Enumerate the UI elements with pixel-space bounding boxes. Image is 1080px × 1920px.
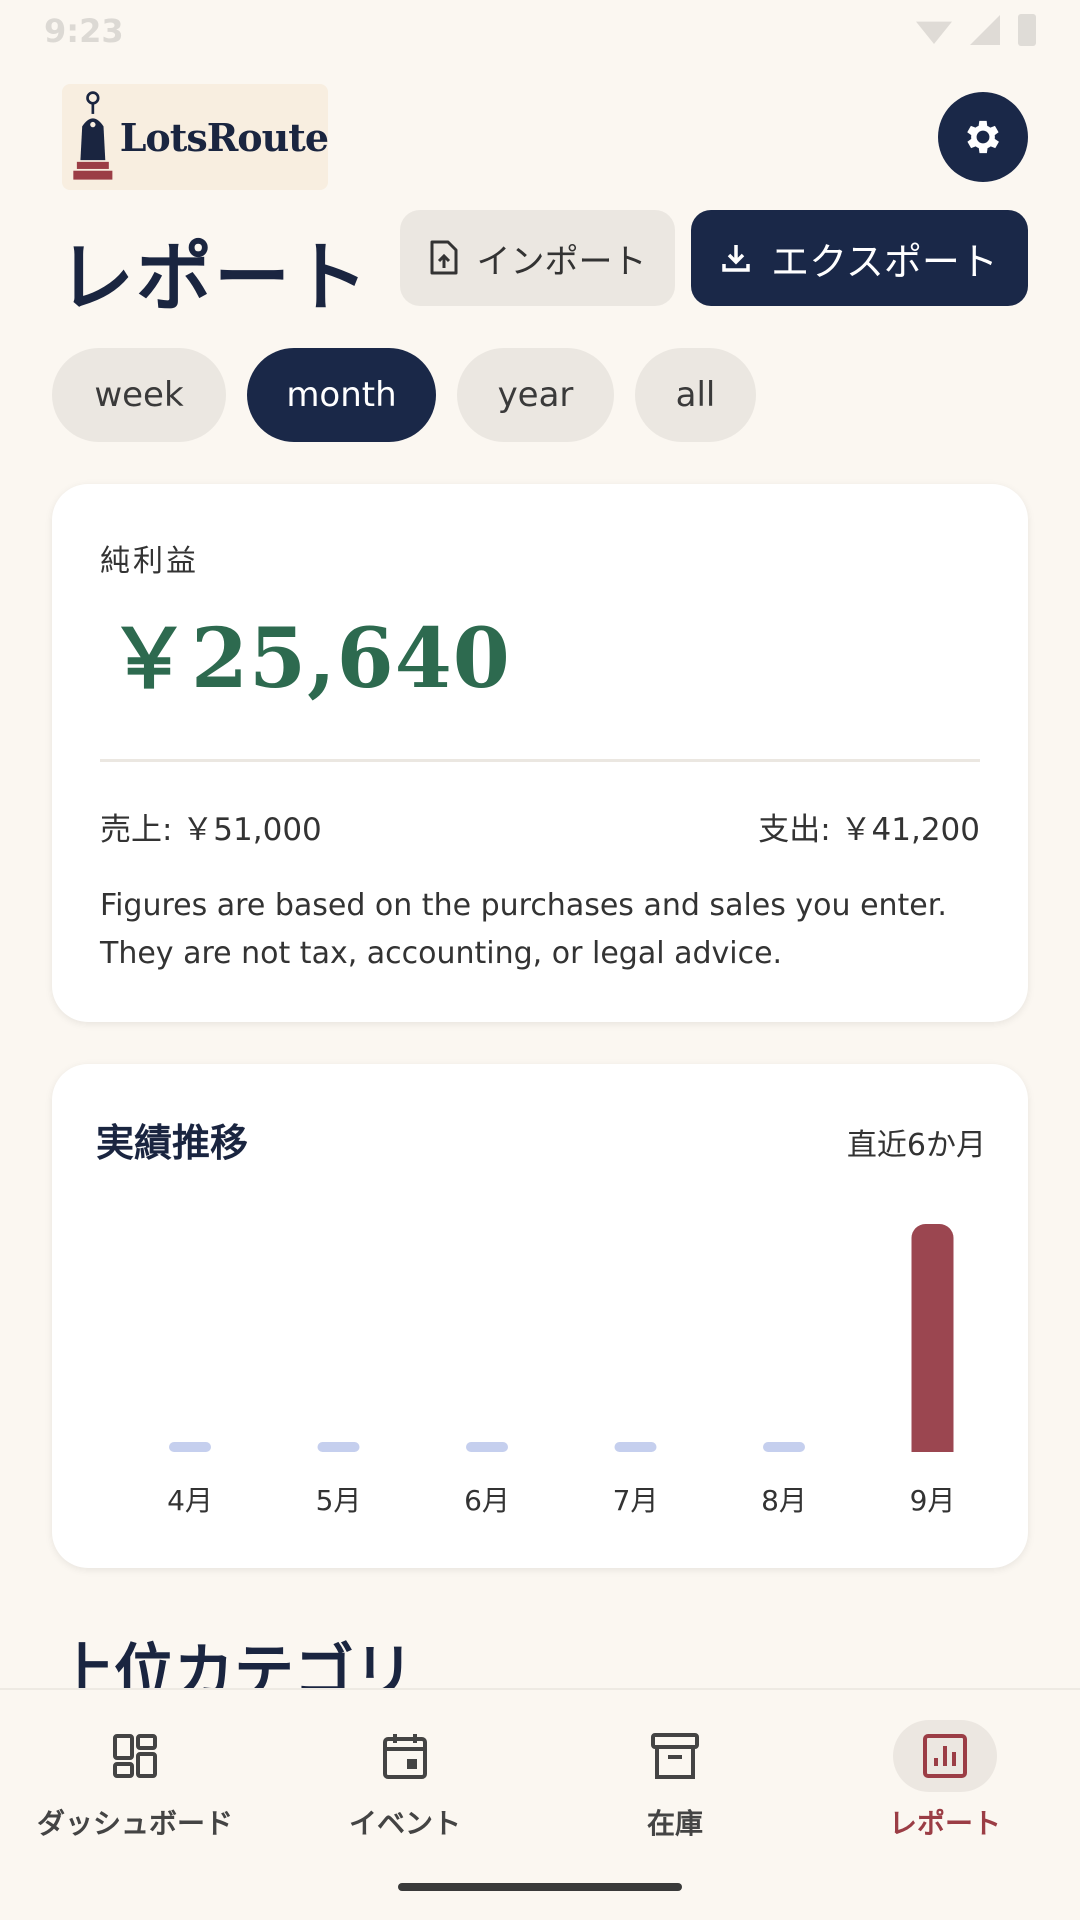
nav-reports-label: レポート — [888, 1807, 1001, 1840]
status-time: 9:23 — [44, 12, 124, 50]
status-bar: 9:23 — [0, 0, 1080, 60]
sales-total: 売上: ￥51,000 — [100, 812, 322, 848]
file-upload-icon — [430, 240, 457, 275]
chart-bar-base-6 — [911, 1438, 954, 1452]
report-screen: 9:23 LotsRoute レポート インポート エクスポート week mo… — [0, 0, 1080, 1920]
signal-icon — [970, 15, 1000, 45]
page-title: レポート — [58, 233, 370, 322]
chip-all[interactable]: all — [635, 348, 756, 442]
chart-bar-6 — [911, 1224, 954, 1452]
nav-events[interactable]: イベント — [275, 1720, 535, 1850]
chart-x-label-3: 6月 — [464, 1484, 510, 1517]
nav-dashboard-label: ダッシュボード — [36, 1807, 233, 1840]
dashboard-grid-icon — [113, 1734, 157, 1778]
price-tag-logo-icon — [73, 91, 113, 180]
app-logo: LotsRoute — [62, 84, 329, 190]
disclaimer-text: Figures are based on the purchases and s… — [100, 888, 947, 971]
wifi-icon — [916, 21, 952, 44]
download-icon — [722, 245, 750, 272]
settings-button[interactable] — [938, 92, 1028, 182]
chip-month[interactable]: month — [247, 348, 436, 442]
divider — [100, 759, 980, 762]
chart-x-label-1: 4月 — [167, 1484, 213, 1517]
net-profit-amount: ￥25,640 — [108, 611, 511, 707]
chart-bar-3 — [466, 1442, 508, 1452]
home-indicator — [398, 1883, 682, 1891]
export-button[interactable]: エクスポート — [691, 210, 1028, 306]
performance-trend-card: 実績推移 直近6か月 4月 5月 6月 7月 8月 9月 — [52, 1064, 1028, 1568]
bar-chart-icon — [923, 1734, 967, 1778]
chart-x-label-5: 8月 — [761, 1484, 807, 1517]
export-label: エクスポート — [771, 239, 998, 284]
nav-inventory[interactable]: 在庫 — [545, 1720, 805, 1850]
chart-x-label-4: 7月 — [613, 1484, 659, 1517]
logo-text: LotsRoute — [119, 114, 329, 160]
nav-dashboard[interactable]: ダッシュボード — [5, 1720, 265, 1850]
top-categories-heading: 上位カテゴリ — [54, 1638, 414, 1688]
calendar-icon — [383, 1734, 427, 1779]
nav-dashboard-icon-wrap — [83, 1720, 187, 1792]
chart-x-label-6: 9月 — [910, 1484, 956, 1517]
chart-bar-2 — [317, 1442, 360, 1452]
nav-inventory-label: 在庫 — [646, 1807, 703, 1840]
import-button[interactable]: インポート — [400, 210, 675, 306]
gear-icon — [967, 120, 999, 154]
net-profit-label: 純利益 — [100, 544, 199, 579]
chart-x-label-2: 5月 — [316, 1484, 362, 1517]
chart-bar-5 — [763, 1442, 805, 1452]
net-profit-card: 純利益 ￥25,640 売上: ￥51,000 支出: ￥41,200 Figu… — [52, 484, 1028, 1022]
nav-inventory-icon-wrap — [623, 1720, 727, 1792]
archive-box-icon — [651, 1733, 699, 1779]
nav-reports-icon-wrap — [893, 1720, 997, 1792]
status-icons — [916, 14, 1036, 46]
nav-reports[interactable]: レポート — [815, 1720, 1075, 1850]
chart-bar-1 — [169, 1442, 211, 1452]
nav-events-label: イベント — [348, 1807, 461, 1840]
chip-week[interactable]: week — [52, 348, 226, 442]
trend-bar-chart: 4月 5月 6月 7月 8月 9月 — [167, 1224, 956, 1517]
nav-events-icon-wrap — [353, 1720, 457, 1792]
expense-total: 支出: ￥41,200 — [758, 812, 980, 848]
battery-icon — [1018, 14, 1036, 46]
import-label: インポート — [476, 241, 647, 282]
chip-year[interactable]: year — [457, 348, 614, 442]
chart-bar-4 — [614, 1442, 657, 1452]
